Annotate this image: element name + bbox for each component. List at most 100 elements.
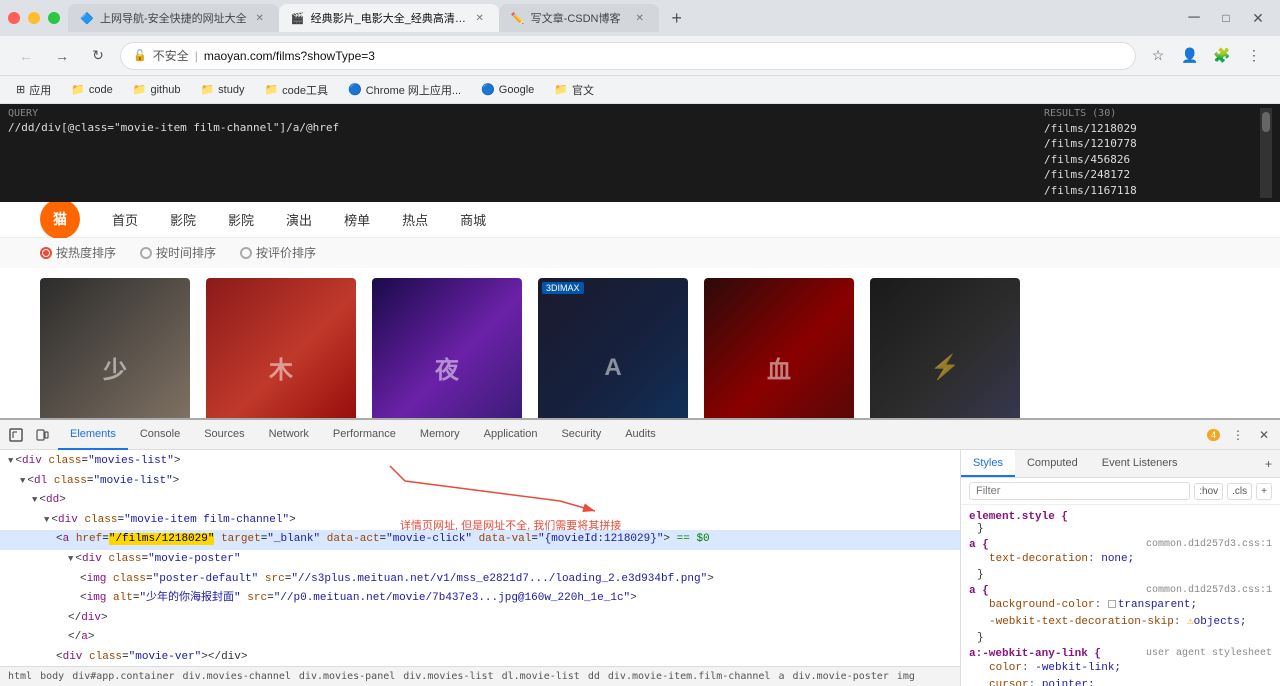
devtools-tab-network[interactable]: Network [257, 420, 321, 450]
extension-button[interactable]: 🧩 [1208, 42, 1236, 70]
breadcrumb-item[interactable]: div#app.container [72, 671, 174, 682]
breadcrumb-item[interactable]: body [40, 671, 64, 682]
nav-item[interactable]: 热点 [394, 206, 436, 233]
tree-line[interactable]: ▼<div class="movies-list"> [0, 452, 960, 472]
tree-arrow[interactable]: ▼ [44, 515, 49, 525]
breadcrumb-item[interactable]: div.movie-poster [792, 671, 888, 682]
style-source[interactable]: common.d1d257d3.css:1 [1146, 585, 1272, 596]
nav-item[interactable]: 影院 [220, 206, 262, 233]
bookmark-code[interactable]: 📁 code [63, 81, 121, 98]
sort-time[interactable]: 按时间排序 [140, 244, 216, 261]
style-property[interactable]: text-decoration: none; [969, 551, 1272, 569]
tab-styles[interactable]: Styles [961, 450, 1015, 477]
tab-event-listeners[interactable]: Event Listeners [1090, 450, 1190, 477]
tab-close-3[interactable]: ✕ [633, 11, 647, 25]
tree-line[interactable]: ▼<div class="movie-item film-channel"> [0, 511, 960, 531]
breadcrumb-item[interactable]: html [8, 671, 32, 682]
bookmark-apps[interactable]: ⊞ 应用 [8, 80, 59, 100]
menu-button[interactable]: ⋮ [1240, 42, 1268, 70]
devtools-tab-audits[interactable]: Audits [613, 420, 668, 450]
bookmark-google[interactable]: 🔵 Google [473, 81, 542, 98]
query-value[interactable]: //dd/div[@class="movie-item film-channel… [8, 121, 1028, 134]
close-button[interactable]: ✕ [1244, 4, 1272, 32]
style-property[interactable]: color: -webkit-link; [969, 660, 1272, 678]
tree-arrow[interactable]: ▼ [20, 476, 25, 486]
back-button[interactable]: ← [12, 42, 40, 70]
breadcrumb-item[interactable]: dd [588, 671, 600, 682]
tree-line[interactable]: <img class="poster-default" src="//s3plu… [0, 570, 960, 590]
add-filter-button[interactable]: + [1256, 483, 1272, 500]
tree-line[interactable]: ▼<dl class="movie-list"> [0, 472, 960, 492]
style-property[interactable]: -webkit-text-decoration-skip: ⚠objects; [969, 614, 1272, 632]
new-tab-button[interactable]: + [663, 4, 691, 32]
url-bar[interactable]: 🔓 不安全 | maoyan.com/films?showType=3 [120, 42, 1136, 70]
nav-item[interactable]: 商城 [452, 206, 494, 233]
nav-item[interactable]: 榜单 [336, 206, 378, 233]
bookmark-code-tools[interactable]: 📁 code工具 [256, 80, 336, 100]
style-property[interactable]: cursor: pointer; [969, 677, 1272, 686]
tree-line[interactable]: ▼<div class="movie-poster" [0, 550, 960, 570]
tree-line[interactable]: ▼<dd> [0, 491, 960, 511]
style-property[interactable]: background-color: transparent; [969, 597, 1272, 615]
style-source[interactable]: common.d1d257d3.css:1 [1146, 539, 1272, 550]
devtools-tab-console[interactable]: Console [128, 420, 192, 450]
window-maximize-button[interactable] [48, 12, 60, 24]
browser-tab-2[interactable]: 🎬 经典影片_电影大全_经典高清电影 ✕ [279, 4, 499, 32]
scrollbar[interactable] [1260, 108, 1272, 198]
breadcrumb-item[interactable]: div.movies-channel [183, 671, 291, 682]
breadcrumb-item[interactable]: img [897, 671, 915, 682]
nav-item[interactable]: 影院 [162, 206, 204, 233]
tree-line[interactable]: <img alt="少年的你海报封面" src="//p0.meituan.ne… [0, 589, 960, 609]
style-source[interactable]: user agent stylesheet [1146, 648, 1272, 659]
devtools-tab-application[interactable]: Application [472, 420, 550, 450]
breadcrumb-item[interactable]: dl.movie-list [502, 671, 580, 682]
bookmark-github[interactable]: 📁 github [125, 81, 189, 98]
breadcrumb-item[interactable]: div.movie-item.film-channel [608, 671, 771, 682]
tree-arrow[interactable]: ▼ [32, 495, 37, 505]
bookmark-chrome-apps[interactable]: 🔵 Chrome 网上应用... [340, 80, 469, 100]
reload-button[interactable]: ↻ [84, 42, 112, 70]
tree-line[interactable]: <div class="movie-ver"></div> [0, 648, 960, 666]
restore-button[interactable]: □ [1212, 4, 1240, 32]
style-selector: a { [969, 585, 989, 597]
browser-tab-1[interactable]: 🔷 上网导航-安全快捷的网址大全 ✕ [68, 4, 279, 32]
styles-filter-input[interactable] [969, 482, 1190, 500]
tree-line[interactable]: </div> [0, 609, 960, 629]
devtools-tab-elements[interactable]: Elements [58, 420, 128, 450]
pseudo-toggle[interactable]: :hov [1194, 483, 1223, 500]
tree-arrow[interactable]: ▼ [8, 456, 13, 466]
devtools-tab-performance[interactable]: Performance [321, 420, 408, 450]
devtools-tab-security[interactable]: Security [549, 420, 613, 450]
breadcrumb-item[interactable]: div.movies-list [403, 671, 493, 682]
add-style-rule-icon[interactable]: + [1257, 450, 1280, 477]
device-toolbar-icon[interactable] [30, 423, 54, 447]
bookmark-button[interactable]: ☆ [1144, 42, 1172, 70]
bookmark-official[interactable]: 📁 官文 [546, 80, 602, 100]
tree-arrow[interactable]: ▼ [68, 554, 73, 564]
devtools-tab-sources[interactable]: Sources [192, 420, 256, 450]
browser-tab-3[interactable]: ✏️ 写文章-CSDN博客 ✕ [499, 4, 659, 32]
tab-close-1[interactable]: ✕ [253, 11, 267, 25]
minimize-button[interactable]: ─ [1180, 4, 1208, 32]
tree-line[interactable]: </a> [0, 628, 960, 648]
forward-button[interactable]: → [48, 42, 76, 70]
nav-item[interactable]: 首页 [104, 206, 146, 233]
tab-close-2[interactable]: ✕ [473, 11, 487, 25]
cls-toggle[interactable]: .cls [1227, 483, 1252, 500]
bookmark-study[interactable]: 📁 study [192, 81, 252, 98]
tree-line[interactable]: <a href="/films/1218029" target="_blank"… [0, 530, 960, 550]
sort-rating[interactable]: 按评价排序 [240, 244, 316, 261]
close-devtools-icon[interactable]: ✕ [1252, 423, 1276, 447]
breadcrumb-item[interactable]: a [778, 671, 784, 682]
code-tools-folder-icon: 📁 [264, 83, 278, 96]
settings-icon[interactable]: ⋮ [1226, 423, 1250, 447]
window-close-button[interactable] [8, 12, 20, 24]
devtools-tab-memory[interactable]: Memory [408, 420, 472, 450]
inspect-element-icon[interactable] [4, 423, 28, 447]
tab-computed[interactable]: Computed [1015, 450, 1090, 477]
nav-item[interactable]: 演出 [278, 206, 320, 233]
profile-button[interactable]: 👤 [1176, 42, 1204, 70]
window-minimize-button[interactable] [28, 12, 40, 24]
breadcrumb-item[interactable]: div.movies-panel [299, 671, 395, 682]
sort-hot[interactable]: 按热度排序 [40, 244, 116, 261]
